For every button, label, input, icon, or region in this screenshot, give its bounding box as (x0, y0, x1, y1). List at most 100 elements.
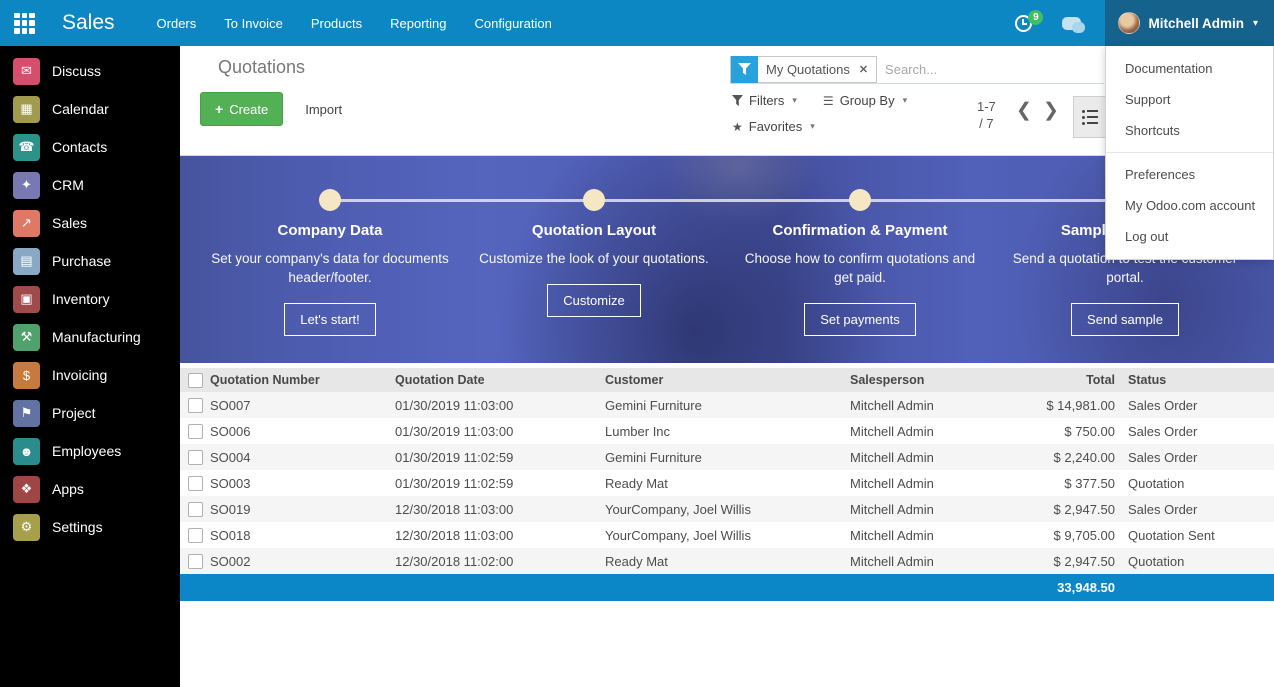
employees-icon: ☻ (13, 438, 40, 465)
import-button[interactable]: Import (305, 102, 342, 117)
table-row[interactable]: SO006 01/30/2019 11:03:00 Lumber Inc Mit… (180, 418, 1274, 444)
sidebar-item-inventory[interactable]: ▣ Inventory (0, 280, 180, 318)
activities-button[interactable]: 9 (1015, 15, 1032, 32)
header-quotation-date[interactable]: Quotation Date (395, 373, 605, 387)
sidebar-item-contacts[interactable]: ☎ Contacts (0, 128, 180, 166)
pager-next-button[interactable]: ❯ (1043, 101, 1059, 121)
menu-to-invoice[interactable]: To Invoice (224, 16, 283, 31)
row-checkbox[interactable] (188, 554, 203, 569)
header-quotation-number[interactable]: Quotation Number (210, 373, 395, 387)
crm-icon: ✦ (13, 172, 40, 199)
top-menu: Orders To Invoice Products Reporting Con… (157, 16, 552, 31)
caret-down-icon: ▾ (792, 95, 797, 106)
remove-filter-icon[interactable]: ✕ (856, 63, 876, 76)
row-checkbox[interactable] (188, 450, 203, 465)
menu-item-shortcuts[interactable]: Shortcuts (1106, 115, 1273, 146)
header-customer[interactable]: Customer (605, 373, 850, 387)
sidebar-item-crm[interactable]: ✦ CRM (0, 166, 180, 204)
top-navbar: Sales Orders To Invoice Products Reporti… (0, 0, 1274, 46)
sidebar-item-manufacturing[interactable]: ⚒ Manufacturing (0, 318, 180, 356)
pager-previous-button[interactable]: ❮ (1016, 101, 1032, 121)
search-input[interactable] (877, 62, 1104, 77)
menu-products[interactable]: Products (311, 16, 362, 31)
pager-total: / 7 (977, 115, 996, 132)
favorites-dropdown[interactable]: ★ Favorites ▾ (732, 119, 815, 134)
plus-icon: + (215, 101, 223, 117)
set-payments-button[interactable]: Set payments (804, 303, 916, 336)
create-button[interactable]: + Create (200, 92, 283, 126)
table-header-row: Quotation Number Quotation Date Customer… (180, 368, 1274, 392)
calendar-icon: ▦ (13, 96, 40, 123)
activity-count-badge: 9 (1028, 10, 1043, 25)
table-row[interactable]: SO003 01/30/2019 11:02:59 Ready Mat Mitc… (180, 470, 1274, 496)
row-checkbox[interactable] (188, 424, 203, 439)
menu-separator (1106, 152, 1273, 153)
sidebar-item-project[interactable]: ⚑ Project (0, 394, 180, 432)
messages-icon[interactable] (1062, 17, 1081, 30)
menu-item-support[interactable]: Support (1106, 84, 1273, 115)
list-view-toggle[interactable] (1073, 96, 1107, 138)
purchase-icon: ▤ (13, 248, 40, 275)
menu-item-odoo-account[interactable]: My Odoo.com account (1106, 190, 1273, 221)
onboarding-step-company-data: Company Data Set your company's data for… (205, 222, 455, 336)
settings-gear-icon: ⚙ (13, 514, 40, 541)
menu-orders[interactable]: Orders (157, 16, 197, 31)
group-by-dropdown[interactable]: ☰ Group By ▾ (823, 93, 907, 108)
apps-icon: ❖ (13, 476, 40, 503)
sidebar-item-settings[interactable]: ⚙ Settings (0, 508, 180, 546)
app-sidebar: ✉ Discuss ▦ Calendar ☎ Contacts ✦ CRM ↗ … (0, 46, 180, 687)
step-dot (583, 189, 605, 211)
header-salesperson[interactable]: Salesperson (850, 373, 1030, 387)
select-all-checkbox[interactable] (188, 373, 203, 388)
apps-grid-icon[interactable] (14, 13, 35, 34)
lets-start-button[interactable]: Let's start! (284, 303, 376, 336)
filters-dropdown[interactable]: Filters ▾ (732, 93, 797, 108)
sidebar-item-invoicing[interactable]: $ Invoicing (0, 356, 180, 394)
sidebar-item-sales[interactable]: ↗ Sales (0, 204, 180, 242)
row-checkbox[interactable] (188, 398, 203, 413)
menu-configuration[interactable]: Configuration (475, 16, 552, 31)
quotations-table: Quotation Number Quotation Date Customer… (180, 368, 1274, 601)
pager: 1-7 / 7 (977, 98, 996, 132)
onboarding-step-quotation-layout: Quotation Layout Customize the look of y… (469, 222, 719, 317)
header-total[interactable]: Total (1030, 373, 1115, 387)
project-icon: ⚑ (13, 400, 40, 427)
filter-funnel-icon (731, 56, 758, 83)
row-checkbox[interactable] (188, 502, 203, 517)
active-filter-tag[interactable]: My Quotations ✕ (730, 56, 877, 83)
pager-range: 1-7 (977, 98, 996, 115)
table-row[interactable]: SO002 12/30/2018 11:02:00 Ready Mat Mitc… (180, 548, 1274, 574)
sidebar-item-discuss[interactable]: ✉ Discuss (0, 52, 180, 90)
row-checkbox[interactable] (188, 528, 203, 543)
menu-reporting[interactable]: Reporting (390, 16, 446, 31)
table-row[interactable]: SO019 12/30/2018 11:03:00 YourCompany, J… (180, 496, 1274, 522)
caret-down-icon: ▾ (903, 95, 908, 106)
onboarding-step-confirmation-payment: Confirmation & Payment Choose how to con… (735, 222, 985, 336)
table-footer-row: 33,948.50 (180, 574, 1274, 601)
sidebar-item-apps[interactable]: ❖ Apps (0, 470, 180, 508)
menu-item-documentation[interactable]: Documentation (1106, 53, 1273, 84)
app-brand[interactable]: Sales (62, 11, 115, 35)
step-dot (319, 189, 341, 211)
row-checkbox[interactable] (188, 476, 203, 491)
caret-down-icon: ▾ (810, 121, 815, 132)
table-row[interactable]: SO007 01/30/2019 11:03:00 Gemini Furnitu… (180, 392, 1274, 418)
menu-item-preferences[interactable]: Preferences (1106, 159, 1273, 190)
sidebar-item-purchase[interactable]: ▤ Purchase (0, 242, 180, 280)
user-avatar (1118, 12, 1140, 34)
filter-tag-label: My Quotations (758, 62, 856, 77)
header-status[interactable]: Status (1115, 373, 1274, 387)
sidebar-item-calendar[interactable]: ▦ Calendar (0, 90, 180, 128)
menu-item-logout[interactable]: Log out (1106, 221, 1273, 252)
sidebar-item-employees[interactable]: ☻ Employees (0, 432, 180, 470)
user-menu-button[interactable]: Mitchell Admin ▾ (1105, 0, 1274, 46)
customize-button[interactable]: Customize (547, 284, 640, 317)
table-row[interactable]: SO004 01/30/2019 11:02:59 Gemini Furnitu… (180, 444, 1274, 470)
sales-icon: ↗ (13, 210, 40, 237)
invoicing-icon: $ (13, 362, 40, 389)
send-sample-button[interactable]: Send sample (1071, 303, 1179, 336)
discuss-icon: ✉ (13, 58, 40, 85)
step-dot (849, 189, 871, 211)
table-row[interactable]: SO018 12/30/2018 11:03:00 YourCompany, J… (180, 522, 1274, 548)
search-bar: My Quotations ✕ (730, 55, 1104, 84)
